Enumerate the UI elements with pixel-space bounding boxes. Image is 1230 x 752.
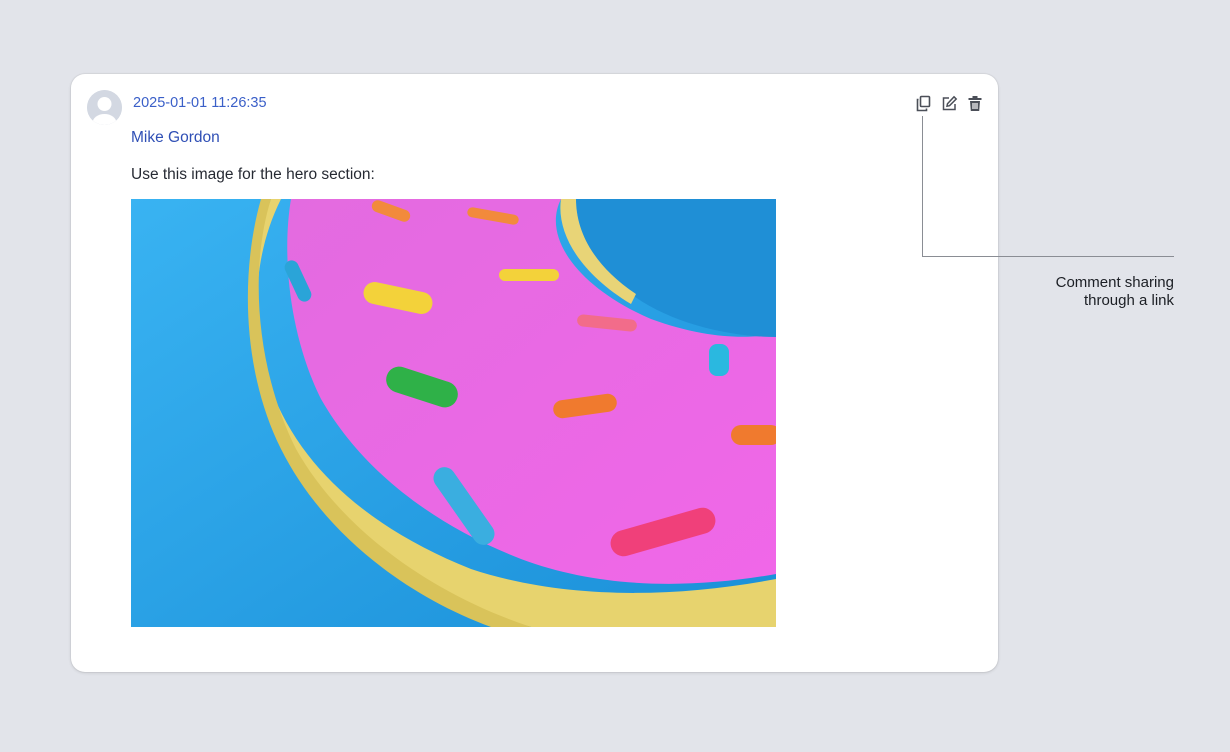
callout-line-1: Comment sharing [1055, 274, 1174, 291]
comment-actions [914, 94, 984, 112]
callout-connector-vertical [922, 116, 923, 257]
edit-icon [942, 95, 957, 110]
avatar [87, 90, 122, 125]
comment-timestamp: 2025-01-01 11:26:35 [133, 95, 267, 111]
comment-message: Use this image for the hero section: [131, 166, 375, 183]
user-avatar-icon [87, 90, 122, 125]
inflatable-donut-photo [131, 199, 776, 627]
delete-button[interactable] [966, 94, 984, 112]
attached-image[interactable] [131, 199, 776, 627]
callout-annotation: Comment sharing through a link [974, 274, 1174, 310]
comment-card: 2025-01-01 11:26:35 Mike Gordon Use this… [71, 74, 998, 672]
copy-link-icon [916, 95, 930, 111]
callout-line-2: through a link [1083, 292, 1174, 309]
trash-icon [968, 95, 982, 111]
callout-connector-horizontal [922, 256, 1174, 257]
copy-link-button[interactable] [914, 94, 932, 112]
comment-author-link[interactable]: Mike Gordon [131, 129, 220, 147]
edit-button[interactable] [940, 94, 958, 112]
